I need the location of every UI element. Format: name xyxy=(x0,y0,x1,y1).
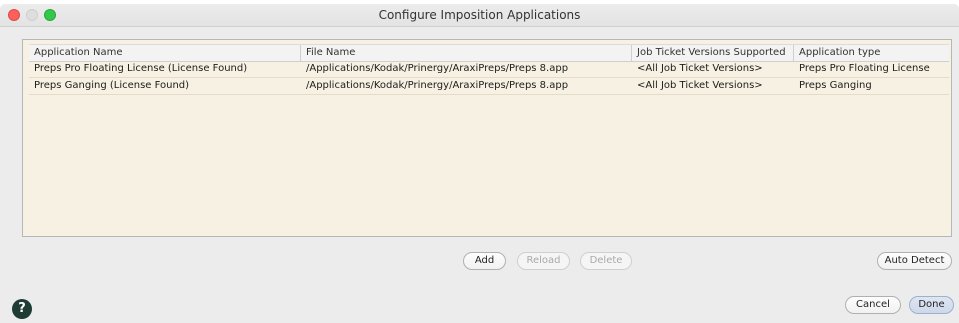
auto-detect-button[interactable]: Auto Detect xyxy=(877,252,952,270)
title-bar[interactable]: Configure Imposition Applications xyxy=(0,4,959,27)
delete-button[interactable]: Delete xyxy=(580,252,632,270)
cell-file-name: /Applications/Kodak/Prinergy/AraxiPreps/… xyxy=(306,63,569,74)
cell-job-ticket-versions: <All Job Ticket Versions> xyxy=(637,80,763,91)
cell-application-name: Preps Ganging (License Found) xyxy=(34,80,190,91)
cell-application-type: Preps Pro Floating License xyxy=(799,63,930,74)
applications-table[interactable]: Application Name File Name Job Ticket Ve… xyxy=(22,39,952,237)
cell-application-type: Preps Ganging xyxy=(799,80,872,91)
column-header-application-name[interactable]: Application Name xyxy=(29,45,301,61)
done-button[interactable]: Done xyxy=(909,296,954,314)
table-header: Application Name File Name Job Ticket Ve… xyxy=(29,44,949,62)
reload-button[interactable]: Reload xyxy=(517,252,570,270)
table-row[interactable]: Preps Ganging (License Found) /Applicati… xyxy=(29,78,949,95)
cancel-button[interactable]: Cancel xyxy=(845,296,901,314)
table-row[interactable]: Preps Pro Floating License (License Foun… xyxy=(29,61,949,78)
column-header-application-type[interactable]: Application type xyxy=(794,45,951,61)
column-header-job-ticket-versions[interactable]: Job Ticket Versions Supported xyxy=(632,45,794,61)
cell-file-name: /Applications/Kodak/Prinergy/AraxiPreps/… xyxy=(306,80,569,91)
configure-imposition-window: Configure Imposition Applications Applic… xyxy=(0,4,959,323)
cell-job-ticket-versions: <All Job Ticket Versions> xyxy=(637,63,763,74)
window-title: Configure Imposition Applications xyxy=(378,8,581,22)
help-button[interactable]: ? xyxy=(12,299,32,319)
column-header-file-name[interactable]: File Name xyxy=(301,45,632,61)
add-button[interactable]: Add xyxy=(463,252,506,270)
cell-application-name: Preps Pro Floating License (License Foun… xyxy=(34,63,248,74)
